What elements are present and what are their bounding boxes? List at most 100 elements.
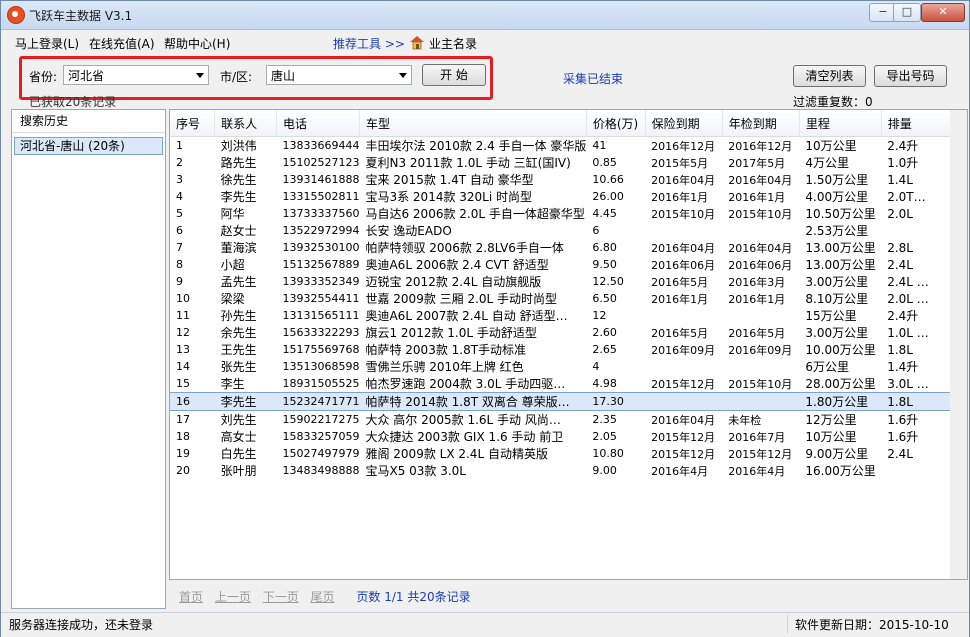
col-header-model[interactable]: 车型	[359, 110, 587, 137]
table-row[interactable]: 19 白先生 15027497979 雅阁 2009款 LX 2.4L 自动精英版 10…	[170, 445, 951, 462]
cell-displacement: 2.8L	[887, 240, 913, 255]
col-header-mileage[interactable]: 里程	[799, 110, 882, 137]
col-header-inspection[interactable]: 年检到期	[722, 110, 800, 137]
table-row[interactable]: 1 刘洪伟 13833669444 丰田埃尔法 2010款 2.4 手自一体 豪华版 4…	[170, 137, 951, 155]
cell-displacement	[881, 222, 950, 239]
cell-contact: 张先生	[220, 360, 257, 374]
table-row[interactable]: 2 路先生 15102527123 夏利N3 2011款 1.0L 手动 三缸(国IV…	[170, 154, 951, 171]
cell-phone: 15633322293	[282, 326, 360, 339]
col-header-price[interactable]: 价格(万)	[586, 110, 646, 137]
cell-insurance: 2015年12月	[651, 377, 716, 391]
last-page-link[interactable]: 尾页	[311, 590, 335, 604]
cell-inspection: 2015年12月	[728, 447, 793, 461]
col-header-phone[interactable]: 电话	[276, 110, 360, 137]
cell-index: 7	[176, 241, 183, 254]
window-title: 飞跃车主数据 V3.1	[29, 9, 133, 23]
cell-price: 2.65	[592, 343, 617, 356]
cell-model: 夏利N3 2011款 1.0L 手动 三缸(国IV)	[365, 156, 571, 170]
cell-contact: 孙先生	[220, 309, 257, 323]
col-header-displacement[interactable]: 排量	[881, 110, 951, 137]
cell-displacement: 1.0L …	[887, 325, 929, 340]
cell-index: 10	[176, 292, 190, 305]
cell-mileage: 28.00万公里	[805, 377, 876, 391]
cell-inspection	[722, 222, 799, 239]
house-icon	[410, 36, 424, 50]
results-table: 序号 联系人 电话 车型 价格(万) 保险到期 年检到期 里程 排量 1 刘洪伟 1…	[169, 109, 952, 580]
status-divider	[787, 615, 788, 633]
cell-model: 帕萨特 2014款 1.8T 双离合 尊荣版…	[359, 392, 587, 411]
table-row[interactable]: 11 孙先生 13131565111 奥迪A6L 2007款 2.4L 自动 舒适型……	[170, 307, 951, 324]
city-select[interactable]: 唐山	[266, 65, 412, 85]
clear-list-button[interactable]: 清空列表	[793, 65, 866, 87]
col-header-index[interactable]: 序号	[170, 110, 216, 137]
cell-price: 41	[592, 139, 607, 152]
cell-insurance: 2015年10月	[651, 207, 716, 221]
cell-model: 帕萨特领驭 2006款 2.8LV6手自一体	[365, 241, 564, 255]
table-row[interactable]: 20 张叶朋 13483498888 宝马X5 03款 3.0L 9.00 2016年4月…	[170, 462, 951, 479]
maximize-button[interactable]: □	[893, 3, 921, 22]
cell-inspection	[722, 392, 800, 411]
cell-index: 18	[176, 430, 190, 443]
cell-price: 2.35	[592, 413, 617, 426]
cell-inspection: 2016年1月	[728, 190, 786, 204]
cell-insurance: 2016年1月	[651, 292, 709, 306]
province-select[interactable]: 河北省	[63, 65, 209, 85]
table-row[interactable]: 8 小超 15132567889 奥迪A6L 2006款 2.4 CVT 舒适型 9.5…	[170, 256, 951, 273]
cell-insurance: 2016年09月	[651, 343, 716, 357]
menu-help[interactable]: 帮助中心(H)	[164, 35, 230, 52]
col-header-contact[interactable]: 联系人	[214, 110, 277, 137]
prev-page-link[interactable]: 上一页	[215, 590, 251, 604]
cell-contact: 李先生	[214, 392, 277, 411]
cell-inspection: 2016年7月	[728, 430, 786, 444]
table-scrollbar[interactable]	[950, 109, 968, 580]
table-row[interactable]: 4 李先生 13315502811 宝马3系 2014款 320Li 时尚型 26.00…	[170, 188, 951, 205]
cell-displacement: 1.6升	[887, 413, 919, 427]
table-row[interactable]: 17 刘先生 15902217275 大众 高尔 2005款 1.6L 手动 风尚… 2…	[170, 411, 951, 429]
recommended-tools-link[interactable]: 推荐工具 >>	[333, 35, 405, 52]
cell-model: 帕萨特 2003款 1.8T手动标准	[365, 343, 527, 357]
cell-phone: 15175569768	[282, 343, 360, 356]
menu-login[interactable]: 马上登录(L)	[15, 35, 79, 52]
history-item[interactable]: 河北省-唐山 (20条)	[14, 137, 163, 155]
records-count: 已获取20条记录	[29, 95, 117, 109]
table-row[interactable]: 9 孟先生 13933352349 迈锐宝 2012款 2.4L 自动旗舰版 12.50…	[170, 273, 951, 290]
cell-inspection: 2015年10月	[728, 377, 793, 391]
cell-index: 2	[176, 156, 183, 169]
first-page-link[interactable]: 首页	[179, 590, 203, 604]
cell-inspection: 2016年12月	[728, 139, 793, 153]
cell-mileage: 6万公里	[805, 360, 850, 374]
col-header-insurance[interactable]: 保险到期	[645, 110, 723, 137]
city-label: 市/区:	[220, 70, 253, 84]
table-row[interactable]: 6 赵女士 13522972994 长安 逸动EADO 6 2.53万公里	[170, 222, 951, 239]
table-row[interactable]: 15 李生 18931505525 帕杰罗速跑 2004款 3.0L 手动四驱… 4.9…	[170, 375, 951, 393]
cell-inspection: 2016年04月	[728, 173, 793, 187]
table-row[interactable]: 16 李先生 15232471771 帕萨特 2014款 1.8T 双离合 尊荣版… 1…	[170, 392, 951, 411]
owners-directory-link[interactable]: 业主名录	[429, 35, 477, 52]
table-row[interactable]: 7 董海滨 13932530100 帕萨特领驭 2006款 2.8LV6手自一体 6.8…	[170, 239, 951, 256]
close-button[interactable]: ✕	[921, 3, 965, 22]
cell-insurance: 2016年04月	[651, 413, 716, 427]
cell-price: 6	[592, 224, 600, 237]
table-row[interactable]: 10 梁梁 13932554411 世嘉 2009款 三厢 2.0L 手动时尚型 6.5…	[170, 290, 951, 307]
table-row[interactable]: 3 徐先生 13931461888 宝来 2015款 1.4T 自动 豪华型 10.66…	[170, 171, 951, 188]
cell-price: 6.50	[592, 292, 617, 305]
table-row[interactable]: 5 阿华 13733337560 马自达6 2006款 2.0L 手自一体超豪华型 4.…	[170, 205, 951, 222]
cell-model: 宝来 2015款 1.4T 自动 豪华型	[365, 173, 534, 187]
cell-model: 旗云1 2012款 1.0L 手动舒适型	[365, 326, 537, 340]
dedup-count: 过滤重复数：0	[793, 95, 873, 109]
cell-index: 16	[170, 392, 215, 411]
start-button[interactable]: 开 始	[422, 64, 486, 86]
cell-model: 奥迪A6L 2006款 2.4 CVT 舒适型	[365, 258, 549, 272]
cell-inspection: 2017年5月	[728, 156, 786, 170]
menu-recharge[interactable]: 在线充值(A)	[89, 35, 155, 52]
cell-model: 奥迪A6L 2007款 2.4L 自动 舒适型…	[365, 309, 568, 323]
next-page-link[interactable]: 下一页	[263, 590, 299, 604]
table-row[interactable]: 13 王先生 15175569768 帕萨特 2003款 1.8T手动标准 2.65 20…	[170, 341, 951, 358]
cell-price: 12	[592, 309, 607, 322]
table-row[interactable]: 14 张先生 13513068598 雪佛兰乐骋 2010年上牌 红色 4 6万公里 1.4…	[170, 358, 951, 375]
cell-inspection: 2015年10月	[728, 207, 793, 221]
cell-phone: 15102527123	[282, 156, 360, 169]
table-row[interactable]: 18 高女士 15833257059 大众捷达 2003款 GIX 1.6 手动 前卫…	[170, 428, 951, 445]
export-numbers-button[interactable]: 导出号码	[874, 65, 947, 87]
table-row[interactable]: 12 余先生 15633322293 旗云1 2012款 1.0L 手动舒适型 2.60…	[170, 324, 951, 341]
